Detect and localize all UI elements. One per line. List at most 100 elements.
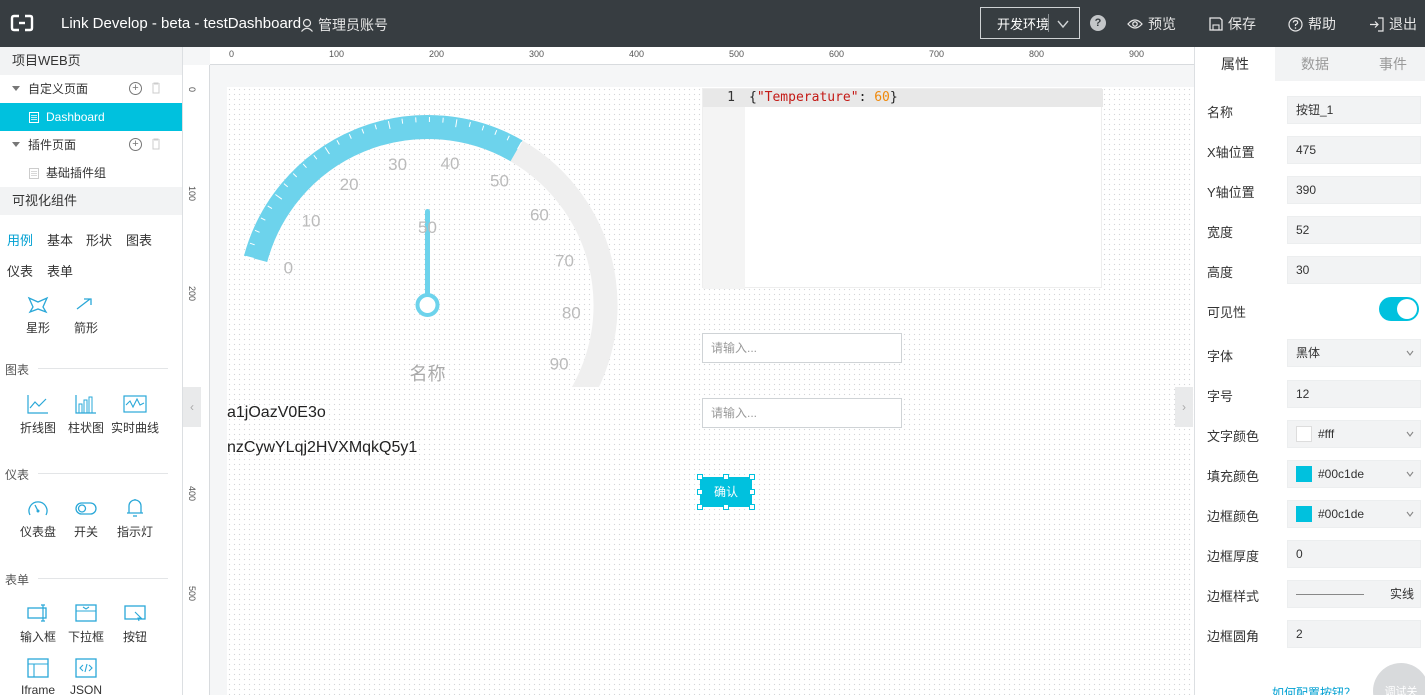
tab-basic[interactable]: 基本 bbox=[47, 230, 73, 249]
component-button[interactable]: 按钮 bbox=[111, 602, 159, 645]
component-gauge[interactable]: 仪表盘 bbox=[14, 497, 62, 540]
tree-plugin-pages[interactable]: 插件页面 + bbox=[0, 131, 182, 159]
tab-meters[interactable]: 仪表 bbox=[7, 261, 33, 280]
add-plugin-icon[interactable]: + bbox=[129, 138, 142, 151]
prop-y-input[interactable]: 390 bbox=[1287, 176, 1421, 204]
text-device-id[interactable]: a1jOazV0E3o bbox=[227, 404, 326, 422]
design-canvas[interactable]: 0 100 200 300 400 500 600 700 800 900 0 … bbox=[183, 47, 1194, 695]
preview-button[interactable]: 预览 bbox=[1127, 14, 1176, 34]
json-colon: : bbox=[858, 90, 875, 105]
page-icon bbox=[29, 168, 39, 179]
tab-properties[interactable]: 属性 bbox=[1195, 47, 1275, 81]
bell-icon bbox=[127, 499, 143, 517]
tab-forms[interactable]: 表单 bbox=[47, 261, 73, 280]
prop-fill-color-select[interactable]: #00c1de bbox=[1287, 460, 1421, 488]
save-icon bbox=[1209, 17, 1223, 31]
star-icon bbox=[27, 296, 49, 314]
vertical-ruler: 0 100 200 400 500 bbox=[183, 65, 210, 695]
resize-handle[interactable] bbox=[723, 504, 729, 510]
component-realtime-curve[interactable]: 实时曲线 bbox=[111, 393, 159, 436]
visibility-toggle[interactable] bbox=[1379, 297, 1419, 321]
component-star-label: 星形 bbox=[25, 321, 50, 335]
component-json[interactable]: JSON bbox=[62, 657, 110, 695]
prop-width-input[interactable]: 52 bbox=[1287, 216, 1421, 244]
json-viewer[interactable]: 1 {"Temperature": 60} bbox=[702, 88, 1103, 289]
logout-button[interactable]: 退出 bbox=[1369, 14, 1417, 34]
component-line-chart[interactable]: 折线图 bbox=[14, 393, 62, 436]
prop-border-width-input[interactable]: 0 bbox=[1287, 540, 1421, 568]
chevron-down-icon bbox=[1406, 431, 1414, 437]
dashboard-board[interactable]: 0102030405060708090100 50 名称 a1jOazV0E3o… bbox=[227, 87, 1194, 695]
line-chart-icon bbox=[27, 395, 48, 414]
resize-handle[interactable] bbox=[697, 504, 703, 510]
tab-events[interactable]: 事件 bbox=[1353, 47, 1425, 81]
gauge-tick-label: 0 bbox=[284, 259, 293, 278]
resize-handle[interactable] bbox=[749, 489, 755, 495]
gauge-tick-label: 30 bbox=[388, 155, 407, 174]
caret-down-icon[interactable] bbox=[12, 86, 20, 91]
logo-icon[interactable] bbox=[10, 13, 34, 33]
component-arrow-label: 箭形 bbox=[73, 321, 98, 335]
gauge-tick-label: 60 bbox=[530, 205, 549, 224]
how-to-configure-link[interactable]: 如何配置按钮？ bbox=[1272, 684, 1356, 695]
trash-icon[interactable] bbox=[151, 82, 161, 94]
gauge-widget[interactable]: 0102030405060708090100 50 名称 bbox=[235, 97, 655, 387]
text-device-secret[interactable]: nzCywYLqj2HVXMqkQ5y1 bbox=[227, 439, 417, 457]
gauge-icon bbox=[28, 501, 48, 516]
prop-border-color-select[interactable]: #00c1de bbox=[1287, 500, 1421, 528]
tree-custom-pages-label: 自定义页面 bbox=[28, 82, 89, 96]
resize-handle[interactable] bbox=[723, 474, 729, 480]
resize-handle[interactable] bbox=[749, 474, 755, 480]
save-button[interactable]: 保存 bbox=[1209, 14, 1256, 34]
tree-dashboard[interactable]: Dashboard bbox=[0, 103, 182, 131]
tree-custom-pages[interactable]: 自定义页面 + bbox=[0, 75, 182, 103]
add-page-icon[interactable]: + bbox=[129, 82, 142, 95]
input-field-2[interactable]: 请输入... bbox=[702, 398, 902, 428]
component-star[interactable]: 星形 bbox=[14, 293, 62, 336]
resize-handle[interactable] bbox=[697, 474, 703, 480]
collapse-left-arrow[interactable]: ‹ bbox=[183, 387, 201, 427]
prop-font-select[interactable]: 黑体 bbox=[1287, 339, 1421, 367]
prop-visibility-label: 可见性 bbox=[1207, 305, 1247, 320]
prop-border-style-select[interactable]: 实线 bbox=[1287, 580, 1421, 608]
component-switch[interactable]: 开关 bbox=[62, 497, 110, 540]
prop-name-input[interactable]: 按钮_1 bbox=[1287, 96, 1421, 124]
debug-toggle-button[interactable]: 调试关 bbox=[1373, 663, 1425, 695]
component-bar-chart[interactable]: 柱状图 bbox=[62, 393, 110, 436]
tree-basic-plugin-group[interactable]: 基础插件组 bbox=[0, 159, 182, 187]
chevron-down-icon bbox=[1406, 591, 1414, 597]
resize-handle[interactable] bbox=[697, 489, 703, 495]
account-menu[interactable]: 管理员账号 bbox=[300, 15, 388, 35]
tab-examples[interactable]: 用例 bbox=[7, 230, 33, 249]
prop-text-color-label: 文字颜色 bbox=[1207, 429, 1260, 444]
caret-down-icon[interactable] bbox=[12, 142, 20, 147]
environment-select[interactable]: 开发环境 bbox=[980, 7, 1080, 39]
prop-height-input[interactable]: 30 bbox=[1287, 256, 1421, 284]
tab-shapes[interactable]: 形状 bbox=[86, 230, 112, 249]
help-question-icon[interactable]: ? bbox=[1090, 15, 1106, 31]
help-button[interactable]: 帮助 bbox=[1288, 14, 1336, 34]
tab-data[interactable]: 数据 bbox=[1275, 47, 1355, 81]
component-arrow[interactable]: 箭形 bbox=[62, 293, 110, 336]
prop-border-radius-input[interactable]: 2 bbox=[1287, 620, 1421, 648]
prop-size-input[interactable]: 12 bbox=[1287, 380, 1421, 408]
prop-x-input[interactable]: 475 bbox=[1287, 136, 1421, 164]
confirm-button[interactable]: 确认 bbox=[700, 477, 752, 507]
component-button-label: 按钮 bbox=[122, 630, 147, 644]
component-dropdown[interactable]: 下拉框 bbox=[62, 602, 110, 645]
prop-border-color-label: 边框颜色 bbox=[1207, 509, 1260, 524]
resize-handle[interactable] bbox=[749, 504, 755, 510]
chevron-down-icon bbox=[1406, 471, 1414, 477]
collapse-right-arrow[interactable]: › bbox=[1175, 387, 1193, 427]
component-input[interactable]: 输入框 bbox=[14, 602, 62, 645]
component-json-label: JSON bbox=[69, 683, 102, 695]
ruler-tick: 0 bbox=[187, 87, 197, 93]
prop-border-color-value: #00c1de bbox=[1318, 507, 1365, 521]
tab-charts[interactable]: 图表 bbox=[126, 230, 152, 249]
component-indicator-light[interactable]: 指示灯 bbox=[111, 497, 159, 540]
component-iframe[interactable]: Iframe bbox=[14, 657, 62, 695]
trash-icon[interactable] bbox=[151, 138, 161, 150]
prop-text-color-select[interactable]: #fff bbox=[1287, 420, 1421, 448]
component-switch-label: 开关 bbox=[73, 525, 98, 539]
input-field-1[interactable]: 请输入... bbox=[702, 333, 902, 363]
